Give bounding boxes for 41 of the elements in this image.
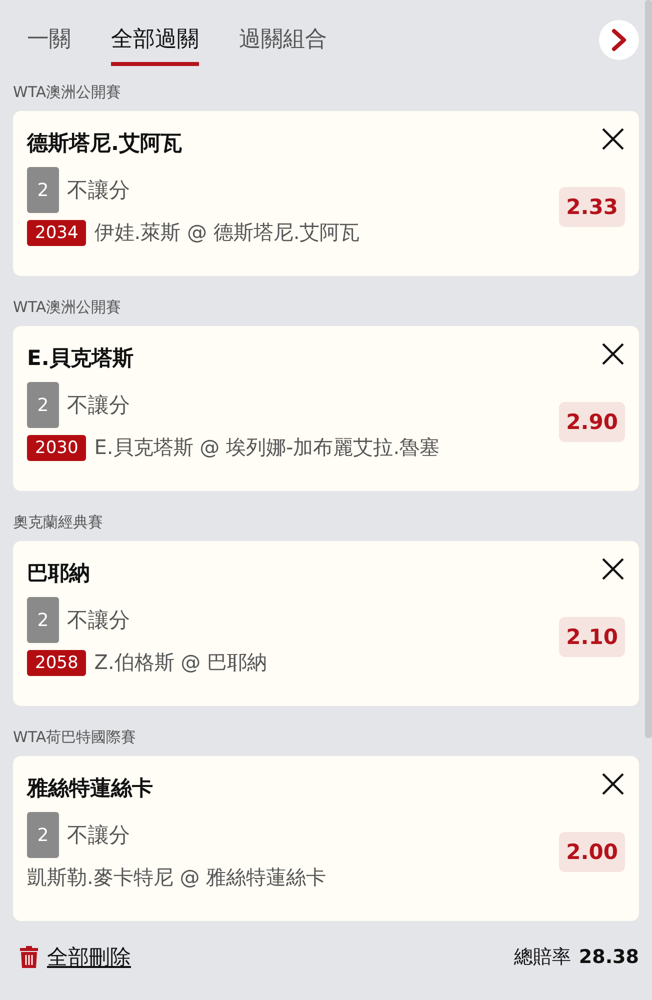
selection-title: 雅絲特蓮絲卡 <box>27 775 153 802</box>
match-name: 伊娃.萊斯 @ 德斯塔尼.艾阿瓦 <box>94 219 360 246</box>
match-code: 2034 <box>27 220 86 246</box>
league-name: WTA荷巴特國際賽 <box>13 728 138 748</box>
leg-badge: 2 <box>27 812 59 858</box>
match-name: 凱斯勒.麥卡特尼 @ 雅絲特蓮絲卡 <box>27 864 326 891</box>
market-label: 不讓分 <box>67 822 130 849</box>
match-name: Z.伯格斯 @ 巴耶納 <box>94 649 268 676</box>
leg-badge: 2 <box>27 382 59 428</box>
leg-badge: 2 <box>27 167 59 213</box>
next-button[interactable] <box>599 20 639 60</box>
market-label: 不讓分 <box>67 392 130 419</box>
league-name: 奧克蘭經典賽 <box>13 513 104 533</box>
delete-all-link[interactable]: 全部刪除 <box>47 943 131 971</box>
odds-value: 2.90 <box>559 402 625 442</box>
league-name: WTA澳洲公開賽 <box>13 83 122 103</box>
chevron-right-icon <box>609 28 629 52</box>
market-label: 不讓分 <box>67 177 130 204</box>
odds-value: 2.00 <box>559 832 625 872</box>
selection-title: 巴耶納 <box>27 560 90 587</box>
leg-badge: 2 <box>27 597 59 643</box>
league-name: WTA澳洲公開賽 <box>13 298 122 318</box>
match-code: 2058 <box>27 650 86 676</box>
scrollbar[interactable] <box>645 0 652 738</box>
match-name: E.貝克塔斯 @ 埃列娜-加布麗艾拉.魯塞 <box>94 434 440 461</box>
total-odds-value: 28.38 <box>578 946 639 968</box>
odds-value: 2.33 <box>559 186 625 226</box>
selection-title: 德斯塔尼.艾阿瓦 <box>27 130 182 157</box>
tab[interactable]: 全部過關 <box>111 24 199 66</box>
match-code: 2030 <box>27 434 86 460</box>
close-icon[interactable] <box>601 772 625 796</box>
close-icon[interactable] <box>601 342 625 366</box>
tab[interactable]: 一關 <box>27 24 71 66</box>
market-label: 不讓分 <box>67 607 130 634</box>
tab[interactable]: 過關組合 <box>239 24 327 66</box>
odds-value: 2.10 <box>559 616 625 656</box>
selection-title: E.貝克塔斯 <box>27 345 134 372</box>
close-icon[interactable] <box>601 127 625 151</box>
trash-icon[interactable] <box>19 945 39 969</box>
close-icon[interactable] <box>601 557 625 581</box>
total-odds-label: 總賠率 <box>514 945 571 970</box>
